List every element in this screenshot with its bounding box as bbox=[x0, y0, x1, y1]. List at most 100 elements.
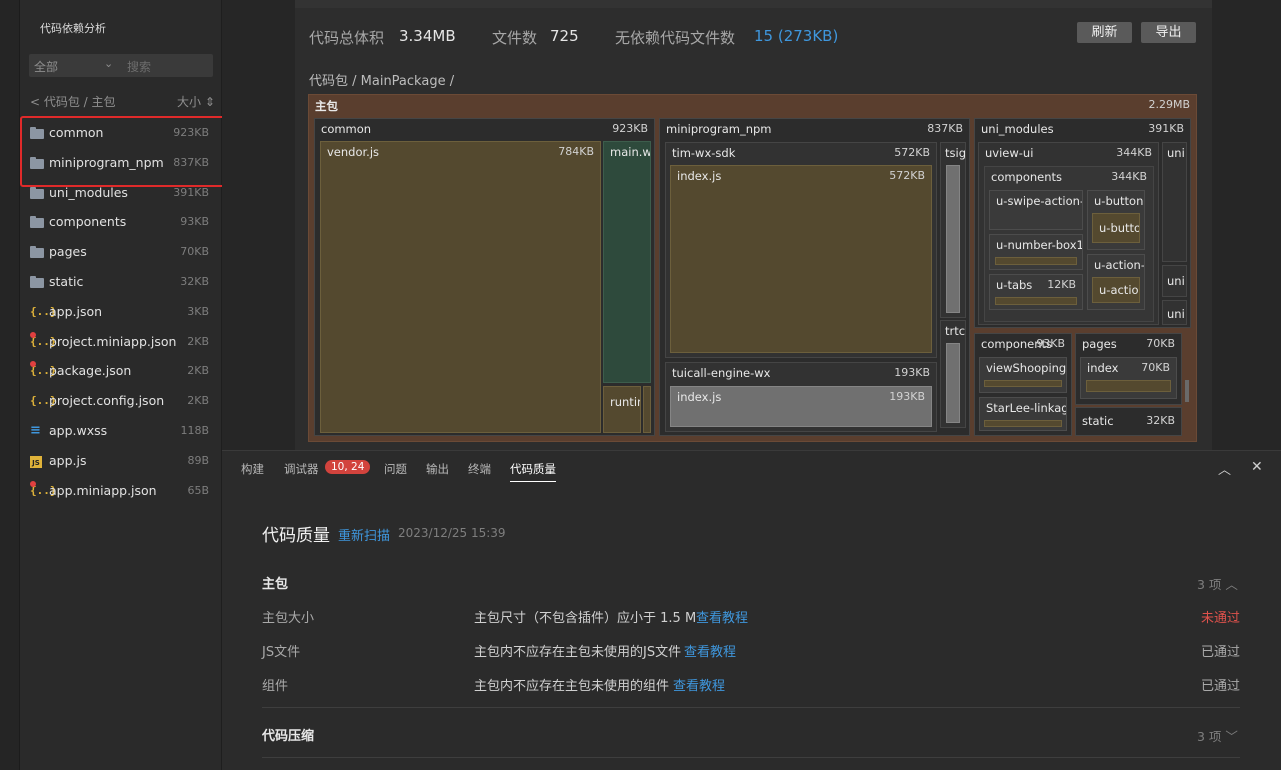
treemap-button-name: u-button1 bbox=[1094, 194, 1144, 208]
treemap-action-file[interactable]: u-action bbox=[1092, 277, 1140, 303]
treemap-actions-name: u-action-s bbox=[1094, 258, 1145, 272]
section-main-count[interactable]: 3 项 ︿ bbox=[1197, 574, 1238, 593]
treemap-swipe[interactable]: u-swipe-action-it bbox=[989, 190, 1083, 230]
nodep-value-link[interactable]: 15 (273KB) bbox=[754, 27, 838, 45]
treemap-unir2-name: uni bbox=[1167, 274, 1185, 288]
section-compression[interactable]: 代码压缩 bbox=[262, 725, 314, 744]
file-item[interactable]: components 93KB bbox=[20, 208, 222, 238]
tutorial-link[interactable]: 查看教程 bbox=[696, 607, 748, 626]
tutorial-link[interactable]: 查看教程 bbox=[673, 675, 725, 694]
treemap-tuiindex-size: 193KB bbox=[889, 390, 925, 403]
treemap-viewshop[interactable]: viewShooping1( bbox=[979, 357, 1067, 393]
total-size-value: 3.34MB bbox=[399, 27, 456, 45]
treemap-index-file[interactable] bbox=[1086, 380, 1171, 392]
treemap-swipe-name: u-swipe-action-it bbox=[996, 194, 1083, 208]
file-item[interactable]: {..} project.miniapp.json 2KB bbox=[20, 328, 222, 358]
treemap-main-js[interactable]: main.wx bbox=[603, 141, 651, 383]
tab-problems[interactable]: 问题 bbox=[384, 461, 407, 477]
tutorial-link[interactable]: 查看教程 bbox=[684, 641, 736, 660]
treemap-starlee-file[interactable] bbox=[984, 420, 1062, 427]
treemap-tabs-file[interactable] bbox=[995, 297, 1077, 305]
treemap-uni-right-3[interactable]: uni bbox=[1162, 300, 1187, 325]
treemap-uni-right-1[interactable]: uni bbox=[1162, 142, 1187, 262]
file-size: 2KB bbox=[187, 394, 209, 408]
tab-output[interactable]: 输出 bbox=[426, 461, 449, 477]
json-file-icon: {..} bbox=[30, 480, 57, 497]
treemap-uni-size: 391KB bbox=[1148, 122, 1184, 135]
file-item[interactable]: {..} package.json 2KB bbox=[20, 357, 222, 387]
treemap-uni-name: uni_modules bbox=[981, 122, 1054, 136]
json-file-icon: {..} bbox=[30, 331, 57, 348]
treemap-tuicall-index[interactable]: index.js 193KB bbox=[670, 386, 932, 427]
treemap-uni-right-2[interactable]: uni bbox=[1162, 265, 1187, 297]
treemap-tabs-name: u-tabs bbox=[996, 278, 1033, 292]
file-name: app.json bbox=[49, 303, 103, 319]
breadcrumb[interactable]: < 代码包 / 主包 bbox=[30, 93, 116, 110]
json-file-icon: {..} bbox=[30, 394, 57, 408]
filter-select[interactable]: 全部 bbox=[34, 58, 58, 75]
json-file-icon: {..} bbox=[30, 304, 57, 318]
treemap-vendor-js[interactable]: vendor.js 784KB bbox=[320, 141, 601, 433]
rule-label: 主包大小 bbox=[262, 611, 315, 626]
treemap-button2-name: u-buttor bbox=[1099, 221, 1139, 235]
treemap-comps-name: components bbox=[991, 170, 1063, 184]
js-file-icon: JS bbox=[30, 455, 42, 468]
panel-top-bar bbox=[295, 0, 1212, 8]
treemap-button-file[interactable]: u-buttor bbox=[1092, 213, 1140, 243]
collapse-icon[interactable]: ︿ bbox=[1218, 459, 1231, 478]
rule-desc: 主包内不应存在主包未使用的JS文件 bbox=[474, 645, 682, 660]
file-size: 2KB bbox=[187, 334, 209, 348]
tab-code-quality[interactable]: 代码质量 bbox=[510, 461, 556, 482]
sort-by-size[interactable]: 大小 ⇕ bbox=[177, 93, 215, 110]
refresh-button[interactable]: 刷新 bbox=[1077, 22, 1132, 43]
rule-label: 组件 bbox=[262, 679, 289, 694]
search-input[interactable]: 搜索 bbox=[127, 58, 151, 75]
rescan-link[interactable]: 重新扫描 bbox=[338, 525, 390, 544]
treemap-static-name: static bbox=[1082, 414, 1114, 428]
treemap-tabs-size: 12KB bbox=[1047, 278, 1076, 291]
file-name: app.miniapp.json bbox=[49, 482, 157, 498]
folder-icon bbox=[30, 186, 44, 199]
treemap-tsig-index[interactable] bbox=[946, 165, 960, 313]
file-item[interactable]: {..} app.miniapp.json 65B bbox=[20, 477, 222, 507]
tab-terminal[interactable]: 终端 bbox=[468, 461, 491, 477]
treemap-tim-index[interactable]: index.js 572KB bbox=[670, 165, 932, 353]
status-badge: 已通过 bbox=[1201, 679, 1241, 694]
treemap-static[interactable]: static 32KB bbox=[1075, 407, 1182, 436]
close-icon[interactable]: ✕ bbox=[1251, 459, 1263, 475]
treemap-uview-size: 344KB bbox=[1116, 146, 1152, 159]
treemap-tuicall-size: 193KB bbox=[894, 366, 930, 379]
file-item[interactable]: ≡ app.wxss 118B bbox=[20, 417, 222, 447]
section-compression-count[interactable]: 3 项 ﹀ bbox=[1197, 726, 1238, 745]
bottom-panel: 构建 调试器 10, 24 问题 输出 终端 代码质量 ︿ ✕ 代码质量 重新扫… bbox=[222, 450, 1281, 770]
file-item[interactable]: static 32KB bbox=[20, 268, 222, 298]
treemap-trtc-index[interactable] bbox=[946, 343, 960, 423]
treemap-tuiindex-name: index.js bbox=[677, 390, 722, 404]
chevron-down-icon[interactable]: ⌄ bbox=[104, 57, 113, 70]
file-name: project.miniapp.json bbox=[49, 333, 177, 349]
treemap-pages-name: pages bbox=[1082, 337, 1117, 351]
treemap-uview-name: uview-ui bbox=[985, 146, 1034, 160]
treemap-numbox-file[interactable] bbox=[995, 257, 1077, 265]
file-item[interactable]: JS app.js 89B bbox=[20, 447, 222, 477]
tab-build[interactable]: 构建 bbox=[241, 461, 264, 477]
file-size: 118B bbox=[180, 424, 209, 437]
status-badge: 未通过 bbox=[1201, 611, 1241, 626]
treemap-runtime-js[interactable]: runtin bbox=[603, 386, 641, 433]
tab-debugger[interactable]: 调试器 bbox=[284, 461, 319, 477]
export-button[interactable]: 导出 bbox=[1141, 22, 1196, 43]
status-badge: 已通过 bbox=[1201, 645, 1241, 660]
treemap-root-name: 主包 bbox=[315, 99, 338, 113]
treemap-viewshop-file[interactable] bbox=[984, 380, 1062, 387]
scan-time: 2023/12/25 15:39 bbox=[398, 526, 506, 540]
file-item[interactable]: {..} app.json 3KB bbox=[20, 298, 222, 328]
file-item[interactable]: {..} project.config.json 2KB bbox=[20, 387, 222, 417]
treemap-vendor-name: vendor.js bbox=[327, 145, 380, 159]
treemap-numbox-name: u-number-box12 bbox=[996, 238, 1083, 252]
treemap-main-name: main.wx bbox=[610, 145, 651, 159]
treemap-pages-index[interactable]: index 70KB bbox=[1080, 357, 1177, 399]
treemap-scrollbar[interactable] bbox=[1185, 380, 1189, 402]
section-main-package[interactable]: 主包 bbox=[262, 573, 288, 592]
treemap-common-small[interactable] bbox=[643, 386, 651, 433]
file-item[interactable]: pages 70KB bbox=[20, 238, 222, 268]
